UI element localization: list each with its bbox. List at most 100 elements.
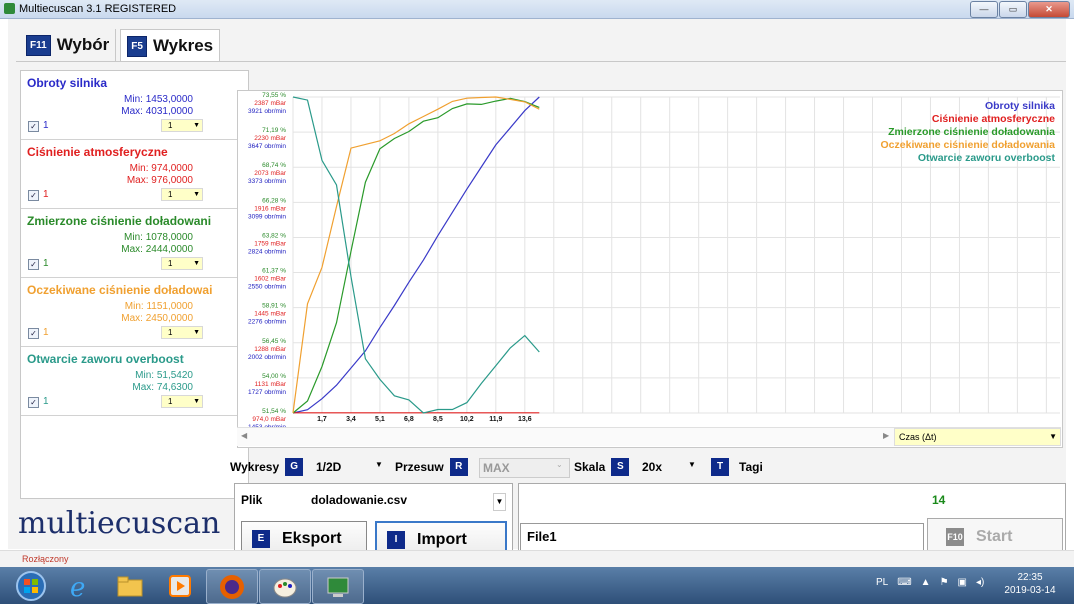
channel-scale-select[interactable]: 1 ▼ xyxy=(161,119,203,132)
chevron-down-icon[interactable]: ▼ xyxy=(375,460,383,469)
channel-max: Max: 4031,0000 xyxy=(121,106,193,117)
file-entry-field[interactable]: File1 xyxy=(520,523,924,553)
y-axis-tick-label: 66,28 % xyxy=(262,197,286,204)
file-select[interactable]: doladowanie.csv xyxy=(311,493,407,507)
window-controls: — ▭ ✕ xyxy=(970,1,1070,18)
channel-min: Min: 1453,0000 xyxy=(124,94,193,105)
time-axis-select[interactable]: Czas (Δt) ▼ xyxy=(894,428,1061,446)
wykresy-control: Wykresy G xyxy=(230,457,304,477)
r-key-button[interactable]: R xyxy=(449,458,468,476)
flag-icon[interactable]: ⚑ xyxy=(940,577,949,588)
clock-time: 22:35 xyxy=(1017,572,1043,583)
channel-checkbox[interactable]: ✓ xyxy=(28,397,39,408)
x-axis-tick-label: 8,5 xyxy=(433,416,443,423)
s-key-button[interactable]: S xyxy=(611,458,630,476)
legend-entry: Oczekiwane ciśnienie doładowania xyxy=(881,139,1056,151)
series-line-4 xyxy=(292,96,540,414)
x-axis-tick-label: 11,9 xyxy=(489,416,502,423)
firefox-icon[interactable] xyxy=(206,569,258,604)
start-orb-icon[interactable] xyxy=(6,569,56,602)
y-axis-tick-label: 61,37 % xyxy=(262,268,286,275)
channel-panel: Obroty silnika Min: 1453,0000 Max: 4031,00… xyxy=(20,70,249,499)
keyboard-icon[interactable]: ⌨ xyxy=(897,577,911,588)
network-icon[interactable]: ▣ xyxy=(958,577,967,588)
series-line-5 xyxy=(292,96,540,414)
mode-select[interactable]: 1/2D xyxy=(316,458,341,476)
language-indicator[interactable]: PL xyxy=(876,577,888,588)
f11-key-icon: F11 xyxy=(26,34,51,56)
y-axis-tick-label: 1916 mBar xyxy=(254,205,287,212)
legend-entry: Obroty silnika xyxy=(985,100,1055,112)
tagi-label: Tagi xyxy=(739,460,763,474)
channel-min: Min: 1078,0000 xyxy=(124,232,193,243)
chevron-down-icon: ▼ xyxy=(193,191,200,198)
minimize-button[interactable]: — xyxy=(970,1,998,18)
y-axis-tick-label: 71,19 % xyxy=(262,127,286,134)
file-explorer-icon[interactable] xyxy=(105,569,155,602)
tab-label: Wykres xyxy=(152,36,214,55)
y-axis-tick-label: 2002 obr/min xyxy=(248,354,286,361)
t-key-button[interactable]: T xyxy=(711,458,729,476)
skala-select[interactable]: 20x xyxy=(642,458,662,476)
channel-checkbox[interactable]: ✓ xyxy=(28,190,39,201)
multiecuscan-taskbar-icon[interactable] xyxy=(312,569,364,604)
channel-scale-select[interactable]: 1 ▼ xyxy=(161,257,203,270)
channel-item[interactable]: Oczekiwane ciśnienie doładowai Min: 1151,… xyxy=(21,278,248,347)
y-axis-tick-label: 1445 mBar xyxy=(254,311,287,318)
x-axis-tick-label: 6,8 xyxy=(404,416,414,423)
main-client: F11 Wybór F5 Wykres Obroty silnika Min: 1… xyxy=(8,19,1066,561)
chevron-down-icon[interactable]: ▼ xyxy=(493,493,506,511)
przesuw-control: Przesuw R xyxy=(395,457,468,477)
file-entry-text: File1 xyxy=(527,529,557,544)
clock[interactable]: 22:35 2019-03-14 xyxy=(1002,571,1058,597)
channel-item[interactable]: Ciśnienie atmosferyczne Min: 974,0000 Max:… xyxy=(21,140,248,209)
channel-checkbox[interactable]: ✓ xyxy=(28,328,39,339)
y-axis-tick-label: 1602 mBar xyxy=(254,276,287,283)
tab-wykres[interactable]: F5 Wykres xyxy=(120,29,221,62)
y-axis-tick-label: 56,45 % xyxy=(262,338,286,345)
clock-date: 2019-03-14 xyxy=(1004,585,1056,596)
y-axis-tick-label: 63,82 % xyxy=(262,232,286,239)
title-bar: Multiecuscan 3.1 REGISTERED — ▭ ✕ xyxy=(0,0,1074,19)
channel-checkbox[interactable]: ✓ xyxy=(28,259,39,270)
channel-item[interactable]: Zmierzone ciśnienie doładowani Min: 1078,… xyxy=(21,209,248,278)
channel-item[interactable]: Obroty silnika Min: 1453,0000 Max: 4031,00… xyxy=(21,71,248,140)
skala-label: Skala xyxy=(574,460,606,474)
channel-scale-value: 1 xyxy=(168,328,173,337)
tab-wybor[interactable]: F11 Wybór xyxy=(20,29,117,61)
g-key-button[interactable]: G xyxy=(285,458,304,476)
internet-explorer-icon[interactable]: e xyxy=(55,569,105,602)
chevron-down-icon: ▼ xyxy=(193,329,200,336)
close-button[interactable]: ✕ xyxy=(1028,1,1070,18)
channel-value: 1 xyxy=(43,120,49,131)
legend-entry: Ciśnienie atmosferyczne xyxy=(932,113,1055,125)
chart-area[interactable]: 73,55 % 2387 mBar 3921 obr/min 71,19 % 2230 … xyxy=(237,90,1063,448)
channel-name: Otwarcie zaworu overboost xyxy=(27,352,184,366)
maximize-button[interactable]: ▭ xyxy=(999,1,1027,18)
e-key-icon: E xyxy=(252,529,270,548)
y-axis-tick-label: 2550 obr/min xyxy=(248,284,286,291)
channel-value: 1 xyxy=(43,258,49,269)
show-hidden-icons-icon[interactable]: ▲ xyxy=(921,577,931,588)
scroll-left-arrow-icon[interactable]: ◀ xyxy=(241,431,247,440)
channel-scale-value: 1 xyxy=(168,190,173,199)
przesuw-label: Przesuw xyxy=(395,460,444,474)
channel-min: Min: 974,0000 xyxy=(129,163,193,174)
channel-scale-select[interactable]: 1 ▼ xyxy=(161,188,203,201)
channel-checkbox[interactable]: ✓ xyxy=(28,121,39,132)
channel-item[interactable]: Otwarcie zaworu overboost Min: 51,5420 Max… xyxy=(21,347,248,416)
volume-icon[interactable]: ◂) xyxy=(976,577,984,588)
channel-scale-select[interactable]: 1 ▼ xyxy=(161,326,203,339)
import-label: Import xyxy=(417,530,467,548)
media-player-icon[interactable] xyxy=(155,569,205,602)
i-key-icon: I xyxy=(387,530,405,549)
x-axis-tick-label: 10,2 xyxy=(460,416,474,423)
tab-bar: F11 Wybór F5 Wykres xyxy=(20,29,221,62)
taskbar: e PL ⌨ ▲ ⚑ ▣ ◂) 22:35 2019-03-14 xyxy=(0,567,1074,604)
channel-scale-select[interactable]: 1 ▼ xyxy=(161,395,203,408)
tab-divider xyxy=(16,61,1066,62)
y-axis-tick-label: 54,00 % xyxy=(262,373,286,380)
scroll-right-arrow-icon[interactable]: ▶ xyxy=(883,431,889,440)
paint-icon[interactable] xyxy=(259,569,311,604)
chevron-down-icon[interactable]: ▼ xyxy=(688,460,696,469)
